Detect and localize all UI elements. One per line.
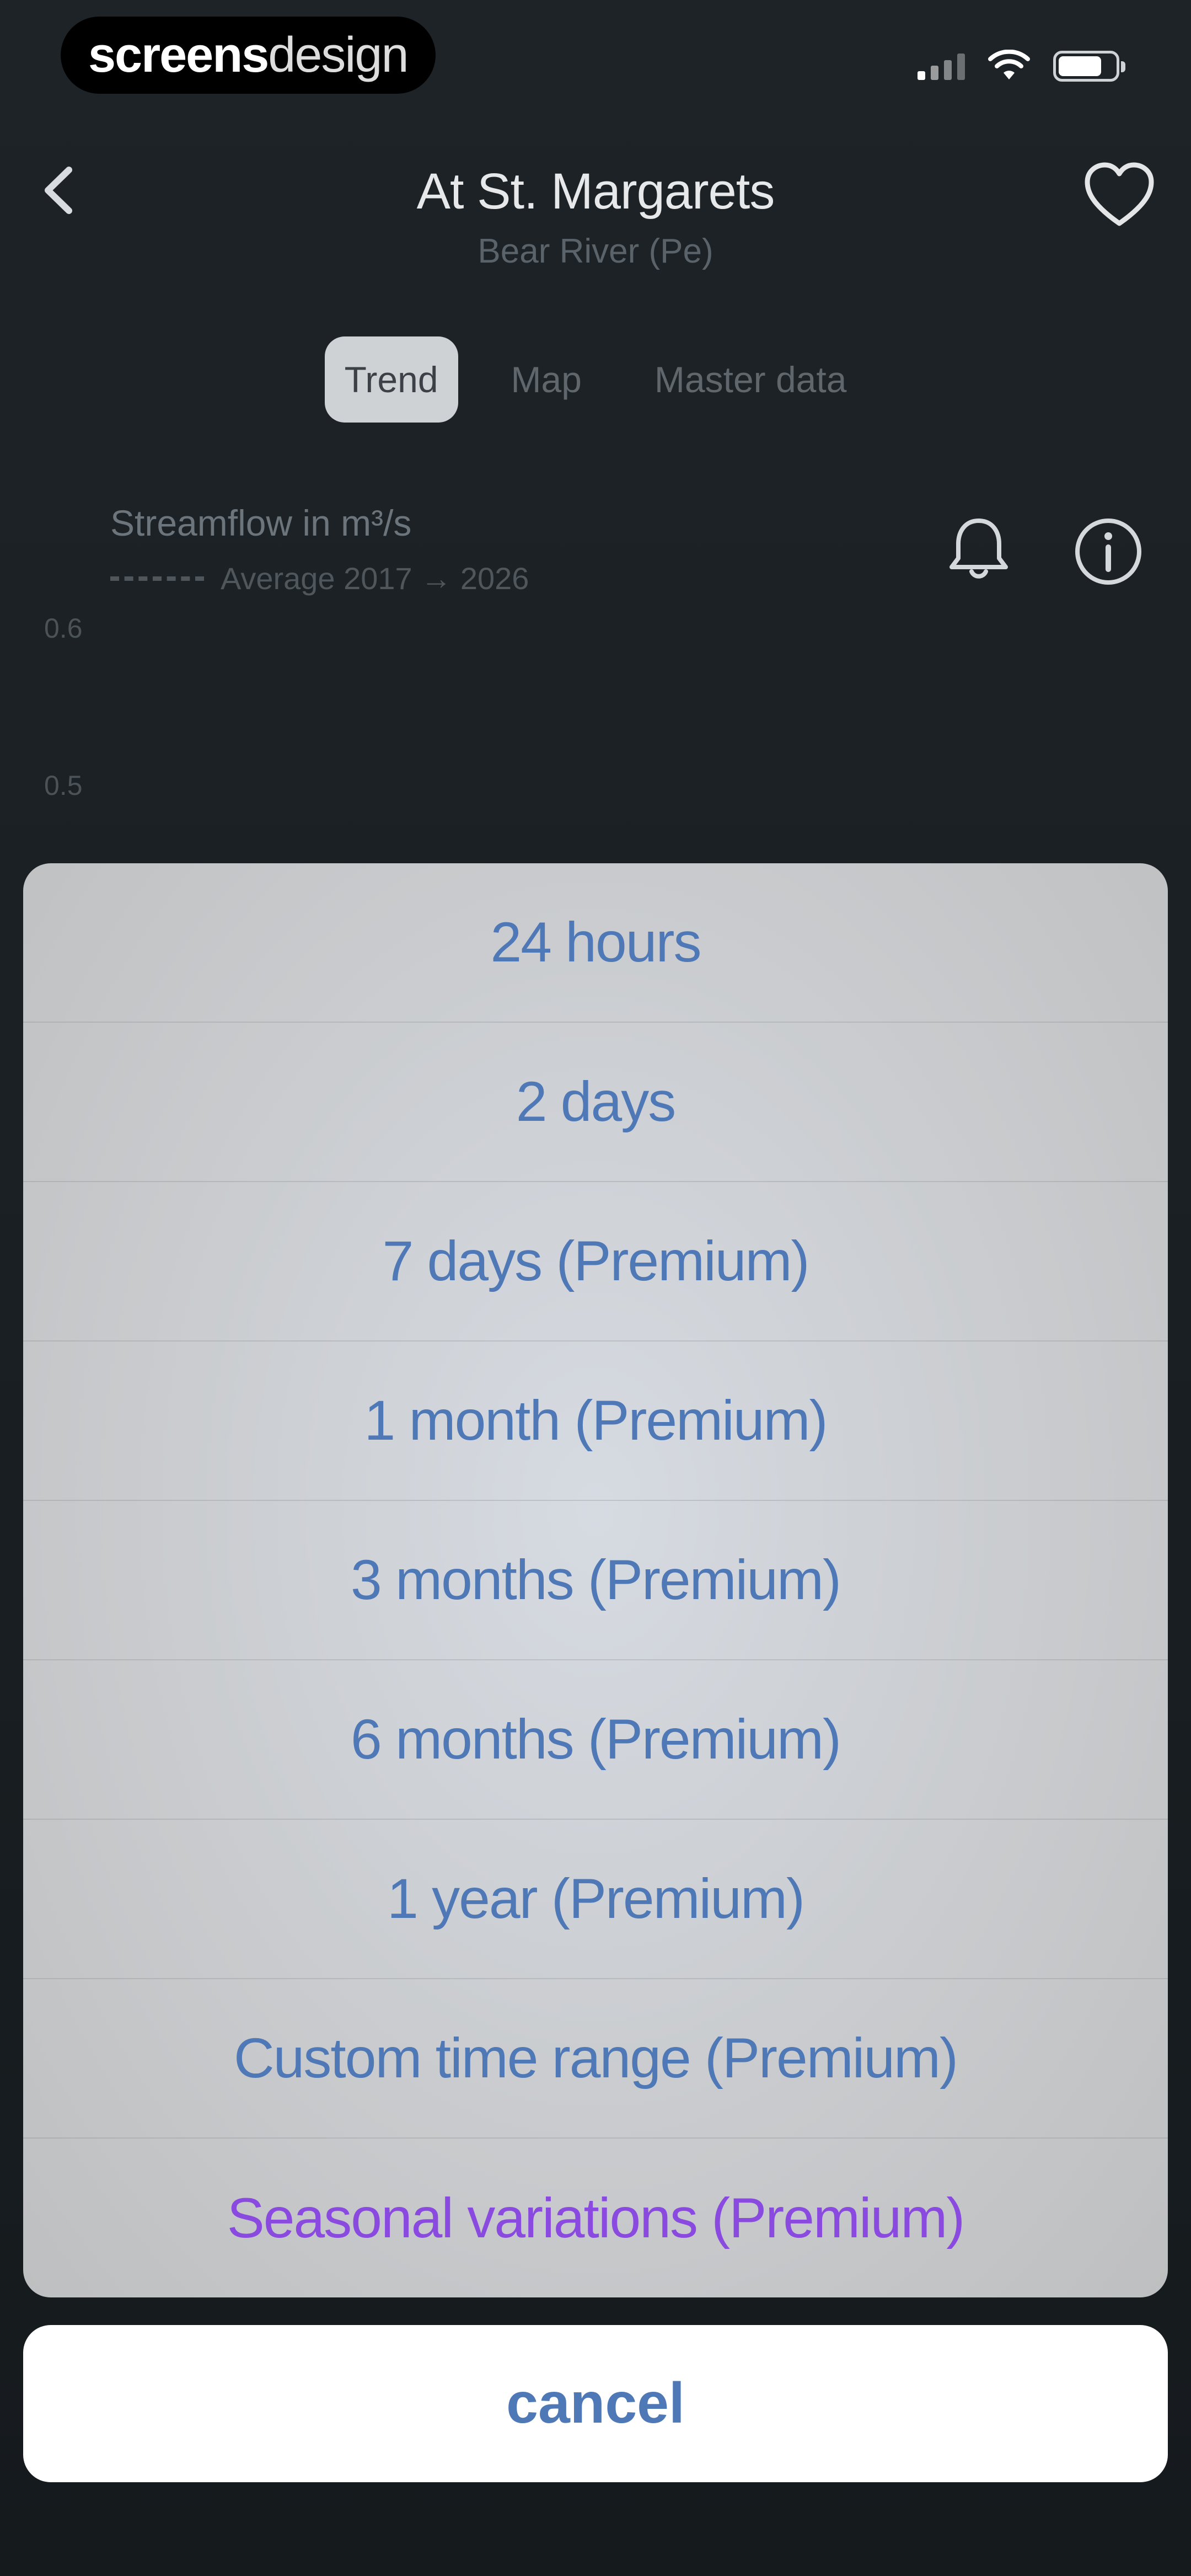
cancel-button[interactable]: cancel xyxy=(23,2325,1168,2482)
bell-icon[interactable] xyxy=(943,513,1015,585)
legend-dash-line xyxy=(110,576,204,581)
option-2-days[interactable]: 2 days xyxy=(23,1023,1168,1182)
page-title: At St. Margarets xyxy=(416,163,775,220)
y-tick-label: 0.5 xyxy=(44,770,83,801)
time-range-action-sheet: 24 hours 2 days 7 days (Premium) 1 month… xyxy=(23,863,1168,2297)
screensdesign-watermark: screensdesign xyxy=(61,17,436,94)
status-icons xyxy=(918,50,1125,83)
info-icon[interactable] xyxy=(1070,513,1147,590)
option-1-year[interactable]: 1 year (Premium) xyxy=(23,1820,1168,1979)
y-tick-label: 0.6 xyxy=(44,613,83,644)
segment-tabs: Trend Map Master data xyxy=(0,336,1191,423)
wifi-icon xyxy=(988,50,1030,79)
option-custom-time-range[interactable]: Custom time range (Premium) xyxy=(23,1979,1168,2139)
cellular-signal-icon xyxy=(918,52,965,80)
legend-label: Average 2017 → 2026 xyxy=(221,561,529,596)
option-7-days[interactable]: 7 days (Premium) xyxy=(23,1182,1168,1342)
status-bar: screensdesign xyxy=(0,0,1191,127)
option-seasonal-variations[interactable]: Seasonal variations (Premium) xyxy=(23,2139,1168,2297)
page-subtitle: Bear River (Pe) xyxy=(478,232,713,270)
option-3-months[interactable]: 3 months (Premium) xyxy=(23,1501,1168,1660)
watermark-part1: screens xyxy=(88,28,269,83)
chart-header: Streamflow in m³/s Average 2017 → 2026 xyxy=(110,502,1191,596)
option-6-months[interactable]: 6 months (Premium) xyxy=(23,1660,1168,1820)
option-1-month[interactable]: 1 month (Premium) xyxy=(23,1342,1168,1501)
screen: screensdesign At St. Margarets Bear Rive… xyxy=(0,0,1191,2576)
option-24-hours[interactable]: 24 hours xyxy=(23,863,1168,1023)
tab-master-data[interactable]: Master data xyxy=(635,336,867,423)
heart-icon[interactable] xyxy=(1081,157,1158,234)
chart-legend: Average 2017 → 2026 xyxy=(110,560,1191,596)
watermark-part2: design xyxy=(268,28,409,83)
nav-bar: At St. Margarets Bear River (Pe) xyxy=(0,127,1191,281)
battery-icon xyxy=(1053,51,1125,82)
tab-trend[interactable]: Trend xyxy=(324,336,458,423)
chart-title: Streamflow in m³/s xyxy=(110,503,412,543)
tab-map[interactable]: Map xyxy=(491,336,602,423)
